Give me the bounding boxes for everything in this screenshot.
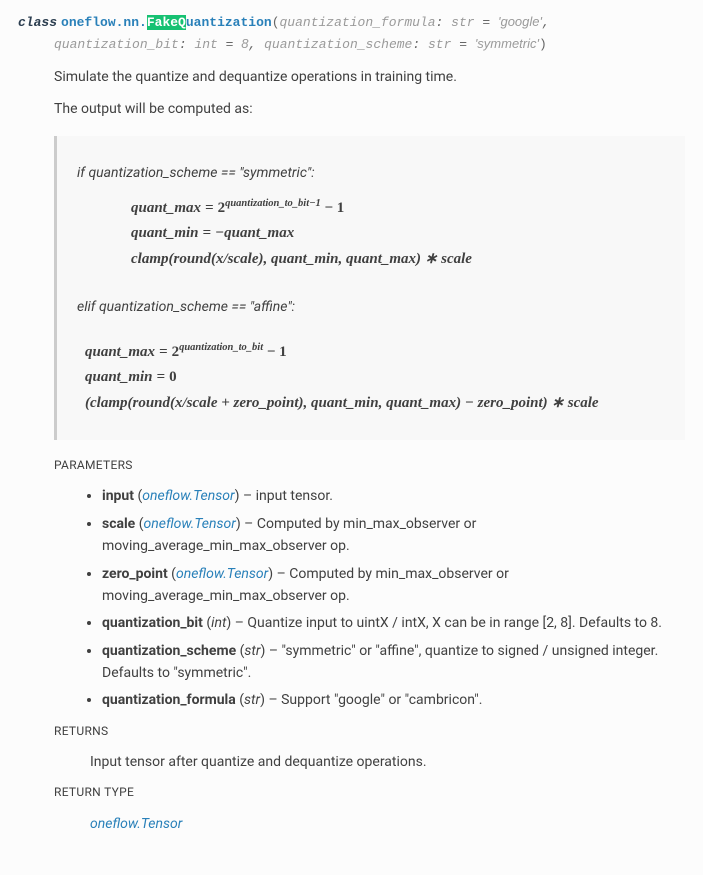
- param-name: quantization_formula: [102, 692, 236, 708]
- math-symmetric: quant_max=2quantization_to_bit−1 − 1 qua…: [131, 195, 611, 273]
- arg-type: int: [194, 37, 217, 52]
- param-name: quantization_scheme: [102, 643, 236, 659]
- m-eq: =: [203, 225, 212, 241]
- m-eq: =: [205, 200, 214, 216]
- params-label: PARAMETERS: [54, 456, 685, 475]
- desc-line-1: Simulate the quantize and dequantize ope…: [54, 66, 685, 88]
- math-block: if quantization_scheme == "symmetric": q…: [54, 136, 685, 440]
- arg-default: 8: [241, 36, 248, 51]
- param-type: int: [211, 615, 226, 631]
- param-type: str: [244, 692, 260, 708]
- m-eq: =: [159, 344, 168, 360]
- sig-name: FakeQuantization: [147, 15, 272, 30]
- arg-name: quantization_bit: [54, 37, 179, 52]
- param-desc: Support "google" or "cambricon".: [281, 692, 482, 708]
- param-type-link[interactable]: oneflow.Tensor: [142, 488, 234, 504]
- m-base: 2: [218, 200, 226, 216]
- arg-default: 'google': [498, 14, 542, 29]
- return-type-link[interactable]: oneflow.Tensor: [90, 816, 182, 832]
- m-tail: − 1: [321, 200, 345, 216]
- paren-open: (: [272, 15, 280, 30]
- param-type: str: [244, 643, 260, 659]
- m-expr: (clamp(round(x/scale + zero_point), quan…: [85, 395, 599, 411]
- arg-name: quantization_formula: [280, 15, 436, 30]
- property-kw: class: [18, 15, 61, 30]
- arg-type: str: [428, 37, 451, 52]
- param-type-link[interactable]: oneflow.Tensor: [176, 566, 268, 582]
- param-desc: input tensor.: [256, 488, 333, 504]
- m-sym: quant_max: [85, 344, 155, 360]
- m-exp: quantization_to_bit: [179, 342, 263, 353]
- returntype-label: RETURN TYPE: [54, 783, 685, 802]
- arg-name: quantization_scheme: [264, 37, 412, 52]
- sig-name-rest: uantization: [186, 15, 272, 30]
- arg-default: 'symmetric': [475, 36, 539, 51]
- sig-prename: oneflow.nn.: [61, 15, 147, 30]
- m-base: 2: [172, 344, 180, 360]
- math-affine-scroll[interactable]: quant_max=2quantization_to_bit − 1 quant…: [77, 329, 665, 425]
- m-sym: quant_min: [85, 369, 153, 385]
- m-expr: clamp(round(x/scale), quant_min, quant_m…: [131, 251, 472, 267]
- case-symmetric: if quantization_scheme == "symmetric":: [77, 162, 665, 184]
- desc-line-2: The output will be computed as:: [54, 98, 685, 120]
- m-sym: quant_max: [131, 200, 201, 216]
- math-affine: quant_max=2quantization_to_bit − 1 quant…: [85, 339, 665, 417]
- param-item: scale (oneflow.Tensor) – Computed by min…: [102, 513, 685, 558]
- param-name: quantization_bit: [102, 615, 203, 631]
- param-item: zero_point (oneflow.Tensor) – Computed b…: [102, 563, 685, 608]
- m-expr: 0: [169, 369, 177, 385]
- m-exp: quantization_to_bit−1: [225, 198, 321, 209]
- param-type-link[interactable]: oneflow.Tensor: [144, 516, 236, 532]
- param-item: quantization_scheme (str) – "symmetric" …: [102, 640, 685, 685]
- paren-close: ): [539, 37, 547, 52]
- class-signature: classoneflow.nn.FakeQuantization(quantiz…: [18, 12, 685, 56]
- returns-text: Input tensor after quantize and dequanti…: [54, 751, 685, 773]
- param-name: input: [102, 488, 134, 504]
- param-desc: Quantize input to uintX / intX, X can be…: [247, 615, 662, 631]
- param-item: quantization_formula (str) – Support "go…: [102, 689, 685, 711]
- param-name: scale: [102, 516, 135, 532]
- returns-label: RETURNS: [54, 722, 685, 741]
- case-affine: elif quantization_scheme == "affine":: [77, 296, 665, 318]
- param-item: quantization_bit (int) – Quantize input …: [102, 612, 685, 634]
- param-list: input (oneflow.Tensor) – input tensor. s…: [54, 485, 685, 712]
- param-name: zero_point: [102, 566, 168, 582]
- m-sym: quant_min: [131, 225, 199, 241]
- m-expr: −quant_max: [215, 225, 294, 241]
- sig-name-highlight: FakeQ: [147, 15, 186, 30]
- param-item: input (oneflow.Tensor) – input tensor.: [102, 485, 685, 507]
- m-tail: − 1: [263, 344, 287, 360]
- arg-type: str: [451, 15, 474, 30]
- m-eq: =: [157, 369, 166, 385]
